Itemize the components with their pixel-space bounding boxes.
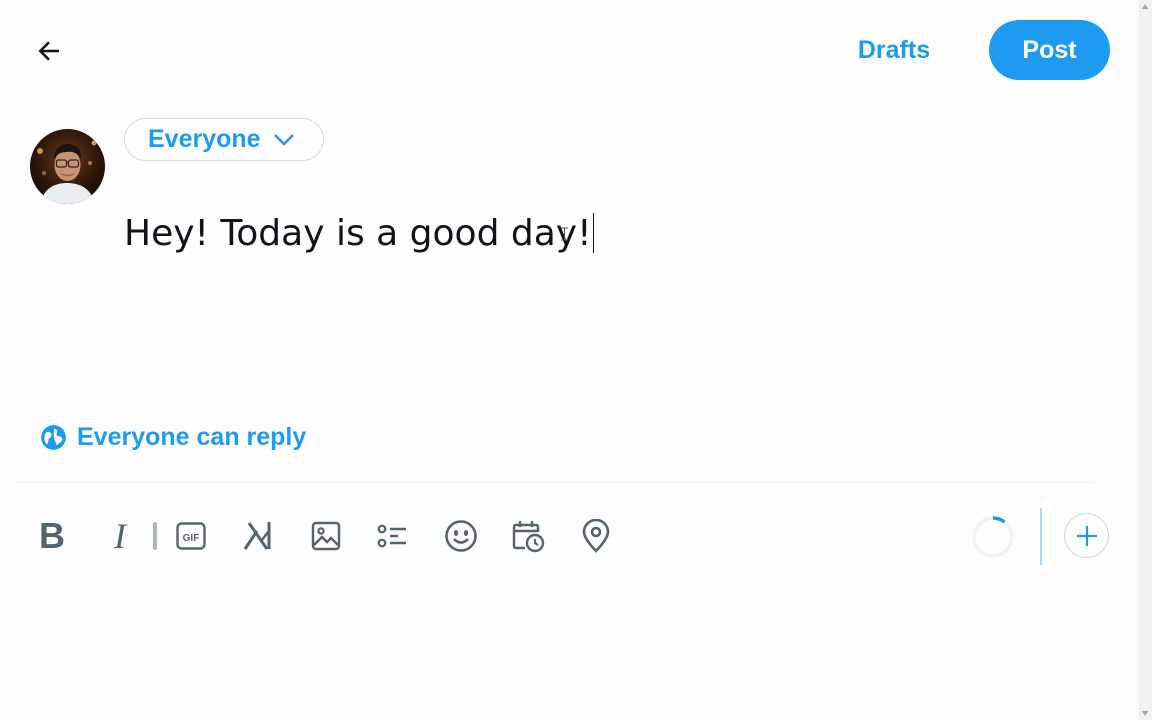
image-button[interactable] (304, 514, 348, 558)
globe-icon (40, 424, 67, 451)
post-button[interactable]: Post (989, 20, 1110, 80)
plus-icon (1076, 525, 1097, 546)
vertical-scrollbar[interactable] (1139, 0, 1152, 720)
post-text-area[interactable]: Hey! Today is a good day! (124, 212, 1024, 372)
scroll-up-arrow-icon[interactable] (1142, 4, 1148, 9)
text-caret (592, 213, 594, 253)
schedule-button[interactable] (506, 514, 550, 558)
image-icon (311, 521, 341, 551)
avatar-image (30, 129, 105, 204)
add-post-button[interactable] (1064, 513, 1109, 558)
reply-setting-label: Everyone can reply (77, 422, 307, 451)
toolbar-divider (1040, 508, 1042, 565)
bold-icon: B (39, 515, 65, 556)
schedule-icon (512, 521, 545, 553)
avatar[interactable] (30, 129, 105, 204)
italic-icon: I (114, 516, 126, 556)
reply-setting-button[interactable]: Everyone can reply (40, 421, 306, 453)
poll-button[interactable] (371, 514, 415, 558)
gif-text: GIF (183, 533, 200, 544)
grok-icon (243, 522, 271, 550)
compose-page: Drafts Post Everyone Hey! Today is a goo… (0, 0, 1139, 720)
location-icon (582, 519, 610, 553)
grok-button[interactable] (236, 514, 280, 558)
divider (14, 482, 1094, 483)
post-text: Hey! Today is a good day! (124, 213, 592, 254)
gif-button[interactable]: GIF (169, 514, 213, 558)
italic-button[interactable]: I (98, 514, 142, 558)
character-counter-ring (972, 516, 1014, 558)
drafts-button[interactable]: Drafts (840, 28, 948, 72)
back-button[interactable] (30, 32, 68, 70)
gif-icon: GIF (176, 522, 206, 550)
scroll-down-arrow-icon[interactable] (1142, 711, 1148, 716)
audience-label: Everyone (148, 125, 261, 153)
bold-button[interactable]: B (30, 514, 74, 558)
poll-icon (377, 524, 406, 548)
toolbar-separator (153, 522, 157, 550)
location-button[interactable] (574, 514, 618, 558)
text-cursor-icon (561, 227, 568, 241)
emoji-button[interactable] (439, 514, 483, 558)
emoji-icon (445, 520, 477, 552)
audience-selector[interactable]: Everyone (124, 118, 324, 161)
arrow-left-icon (38, 41, 59, 61)
chevron-down-icon (273, 133, 295, 147)
